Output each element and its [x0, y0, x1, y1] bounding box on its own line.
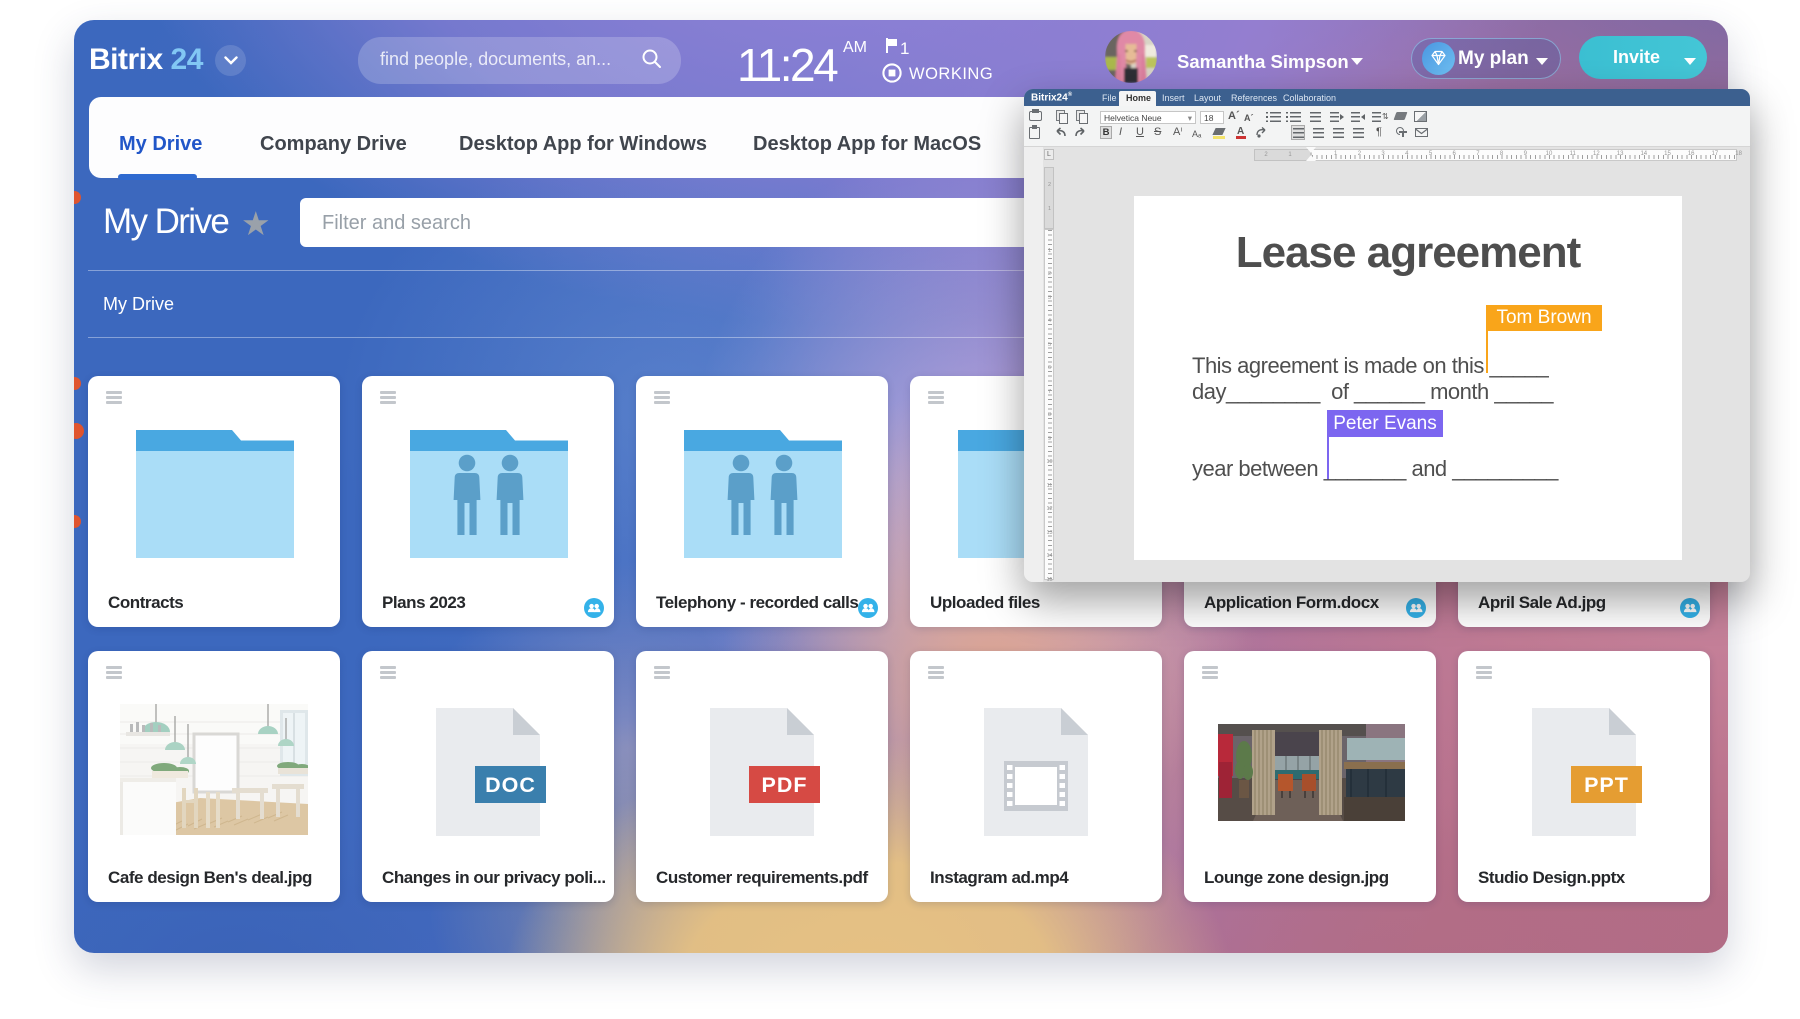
svg-text:DOC: DOC	[485, 773, 536, 797]
svg-text:PDF: PDF	[762, 773, 808, 797]
svg-text:PPT: PPT	[1584, 773, 1629, 797]
